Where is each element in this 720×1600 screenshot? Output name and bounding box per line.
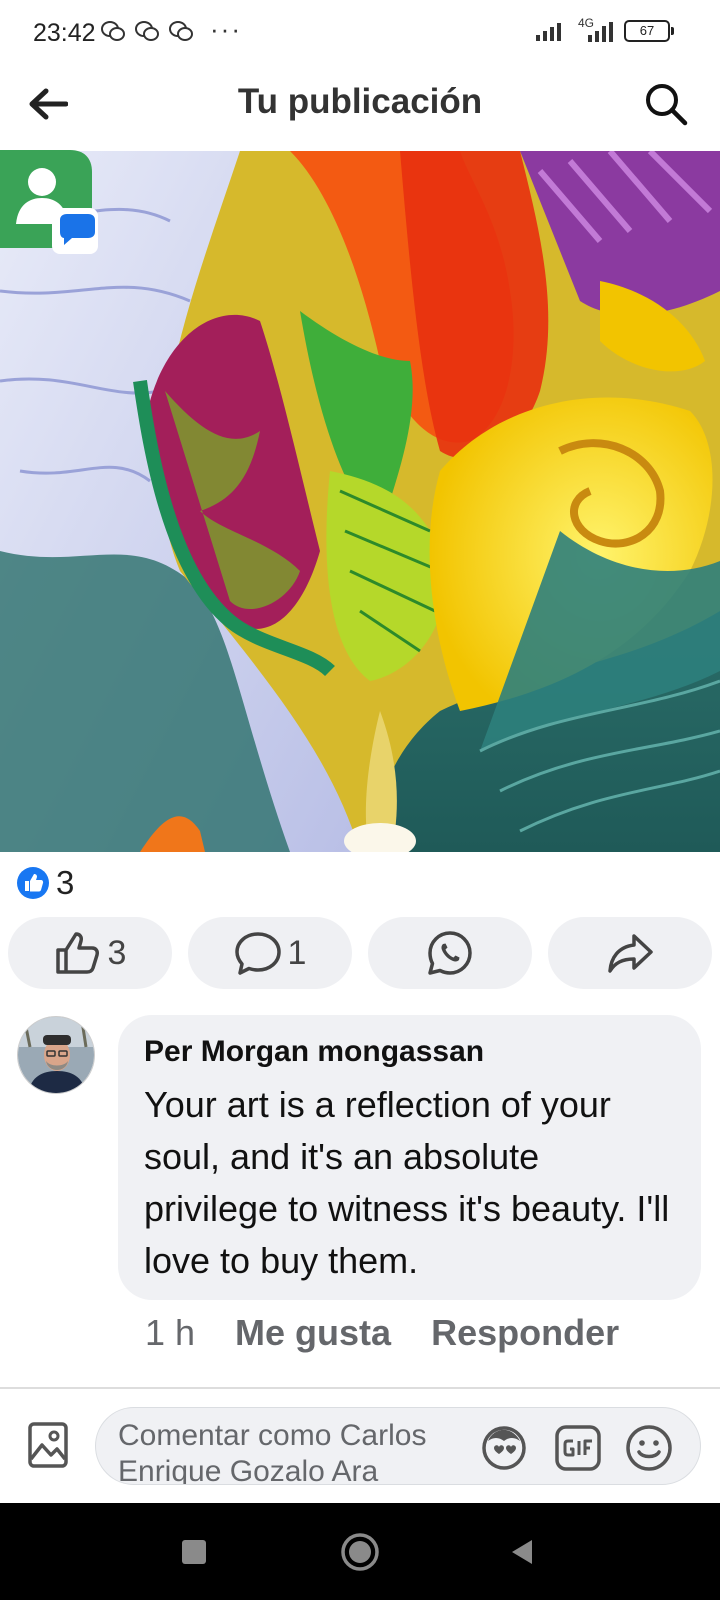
floating-app-bubble[interactable] <box>0 146 100 256</box>
wechat-notification-icon <box>101 21 125 41</box>
comment-button[interactable]: 1 <box>188 917 352 989</box>
wechat-notification-icon <box>169 21 193 41</box>
image-icon <box>28 1422 68 1468</box>
status-indicators: 4G 67 <box>536 16 674 42</box>
battery-icon: 67 <box>624 20 674 42</box>
signal-icon <box>536 23 561 41</box>
whatsapp-share-button[interactable] <box>368 917 532 989</box>
home-button[interactable] <box>335 1527 385 1577</box>
artwork-image <box>0 151 720 852</box>
comment-actions: 1 h Me gusta Responder <box>145 1312 619 1354</box>
commenter-avatar[interactable] <box>17 1016 95 1094</box>
comment-input[interactable]: Comentar como Carlos Enrique Gozalo Ara <box>95 1407 701 1485</box>
comment-bubble[interactable]: Per Morgan mongassan Your art is a refle… <box>118 1015 701 1300</box>
comment-author[interactable]: Per Morgan mongassan <box>144 1035 677 1069</box>
avatar-photo <box>18 1017 94 1093</box>
more-notifications-indicator: ··· <box>210 14 242 44</box>
smiley-icon <box>626 1425 672 1471</box>
post-photo[interactable] <box>0 151 720 852</box>
comment-input-placeholder: Comentar como Carlos Enrique Gozalo Ara <box>118 1419 427 1485</box>
comment-count: 1 <box>287 933 307 972</box>
reaction-count: 3 <box>56 864 75 901</box>
comment-reply-link[interactable]: Responder <box>431 1312 619 1354</box>
top-app-bar: Tu publicación <box>0 68 720 148</box>
whatsapp-icon <box>428 931 472 975</box>
triangle-back-icon <box>512 1540 532 1564</box>
network-type-label: 4G <box>578 16 595 30</box>
search-button[interactable] <box>640 78 692 130</box>
status-bar: 23:42 ··· 4G 67 <box>0 0 720 68</box>
gif-icon <box>555 1425 601 1471</box>
avatar-sticker-icon <box>482 1426 526 1470</box>
search-icon <box>646 84 688 126</box>
comment-text: Your art is a reflection of your soul, a… <box>144 1084 670 1281</box>
circle-home-icon <box>341 1533 379 1571</box>
reaction-summary[interactable]: 3 <box>16 864 74 902</box>
square-icon <box>182 1540 206 1564</box>
system-navigation-bar <box>0 1503 720 1600</box>
post-actions: 3 1 <box>8 917 712 989</box>
page-title: Tu publicación <box>237 82 483 121</box>
comment-like-link[interactable]: Me gusta <box>235 1312 391 1354</box>
like-reaction-icon <box>17 867 49 899</box>
avatar-sticker-button[interactable] <box>478 1422 530 1474</box>
notification-icons <box>100 20 194 42</box>
like-button[interactable]: 3 <box>8 917 172 989</box>
attach-photo-button[interactable] <box>22 1417 74 1473</box>
status-time: 23:42 <box>33 19 96 47</box>
gif-button[interactable] <box>552 1422 604 1474</box>
share-arrow-icon <box>608 934 653 973</box>
contacts-app-icon <box>0 150 98 254</box>
back-nav-button[interactable] <box>498 1527 548 1577</box>
emoji-button[interactable] <box>623 1422 675 1474</box>
comment-bubble-icon <box>234 932 281 975</box>
comment-composer: Comentar como Carlos Enrique Gozalo Ara <box>0 1389 720 1503</box>
like-count: 3 <box>107 933 127 972</box>
thumbs-up-icon <box>55 932 99 974</box>
recent-apps-button[interactable] <box>169 1527 219 1577</box>
comment-timestamp: 1 h <box>145 1312 196 1353</box>
wechat-notification-icon <box>135 21 159 41</box>
network-4g-indicator: 4G <box>576 16 616 42</box>
share-button[interactable] <box>548 917 712 989</box>
